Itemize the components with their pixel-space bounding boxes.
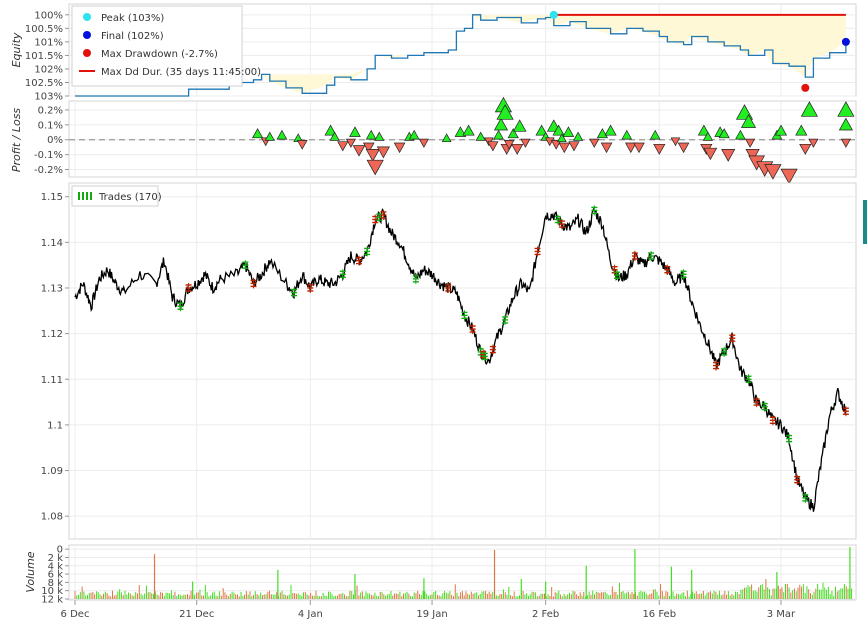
x-tick-label: 4 Jan [298, 609, 323, 620]
y-tick-label: 103% [34, 92, 63, 103]
volume-panel: 02 k4 k6 k8 k10 k12 k Volume [24, 544, 857, 606]
x-tick-label: 2 Feb [532, 609, 559, 620]
legend-final-label: Final (102%) [101, 31, 164, 42]
x-tick-label: 6 Dec [61, 609, 90, 620]
y-tick-label: 101% [34, 37, 63, 48]
backtest-chart-svg: 100% 100.5% 101% 101.5% 102% 102.5% 103% Equit… [10, 3, 867, 620]
equity-panel: 100% 100.5% 101% 101.5% 102% 102.5% 103% Equit… [10, 3, 857, 103]
legend-trades-label: Trades (170) [98, 192, 162, 203]
legend-peak-swatch [83, 13, 91, 21]
y-tick-label: 1.11 [41, 375, 63, 386]
legend-dd-duration-label: Max Dd Dur. (35 days 11:45:00) [101, 67, 261, 78]
profit-loss-panel: 0.2% 0.1% 0% -0.1% -0.2% Profit / Loss [10, 96, 857, 185]
price-panel: 1.15 1.14 1.13 1.12 1.11 1.1 1.09 1.08 Trades (… [41, 182, 867, 540]
y-tick-label: 1.13 [41, 283, 63, 294]
equity-y-ticks: 100% 100.5% 101% 101.5% 102% 102.5% 103% [25, 10, 69, 103]
legend-final-swatch [83, 31, 91, 39]
y-tick-label: 1.09 [41, 466, 63, 477]
y-tick-label: 100% [34, 10, 63, 21]
y-tick-label: 101.5% [25, 51, 63, 62]
peak-marker [549, 10, 558, 19]
max-drawdown-marker [801, 83, 810, 92]
x-axis: 6 Dec 21 Dec 4 Jan 19 Jan 2 Feb 16 Feb 3 Mar [61, 600, 796, 620]
price-y-ticks: 1.15 1.14 1.13 1.12 1.11 1.1 1.09 1.08 [41, 192, 69, 523]
y-tick-label: 1.12 [41, 329, 63, 340]
final-marker [841, 37, 850, 46]
profit-loss-y-ticks: 0.2% 0.1% 0% -0.1% -0.2% [34, 105, 69, 176]
x-tick-label: 21 Dec [179, 609, 214, 620]
side-toolbar-edge [863, 200, 867, 244]
y-tick-label: 0.2% [38, 105, 63, 116]
y-tick-label: 102.5% [25, 78, 63, 89]
y-tick-label: 102% [34, 64, 63, 75]
y-tick-label: 1.1 [47, 420, 63, 431]
legend-max-drawdown-label: Max Drawdown (-2.7%) [101, 49, 218, 60]
legend-peak-label: Peak (103%) [101, 13, 164, 24]
profit-loss-axis-label: Profit / Loss [10, 108, 23, 173]
y-tick-label: -0.1% [34, 150, 63, 161]
x-tick-label: 19 Jan [416, 609, 447, 620]
y-tick-label: 0.1% [38, 120, 63, 131]
y-tick-label: 1.15 [41, 192, 63, 203]
y-tick-label: 0% [47, 135, 63, 146]
y-tick-label: 100.5% [25, 24, 63, 35]
y-tick-label: 1.08 [41, 512, 63, 523]
y-tick-label: -0.2% [34, 165, 63, 176]
y-tick-label: 1.14 [41, 238, 63, 249]
equity-axis-label: Equity [10, 32, 23, 67]
legend-max-drawdown-swatch [83, 49, 91, 57]
y-tick-label: 12 k [41, 595, 63, 606]
x-tick-label: 3 Mar [767, 609, 796, 620]
equity-legend: Peak (103%) Final (102%) Max Drawdown (-… [71, 5, 261, 87]
x-tick-label: 16 Feb [642, 609, 676, 620]
volume-axis-label: Volume [24, 551, 37, 592]
price-legend: Trades (170) [71, 185, 162, 207]
volume-y-ticks: 02 k4 k6 k8 k10 k12 k [41, 545, 69, 606]
backtest-chart: 100% 100.5% 101% 101.5% 102% 102.5% 103% Equit… [0, 0, 867, 621]
